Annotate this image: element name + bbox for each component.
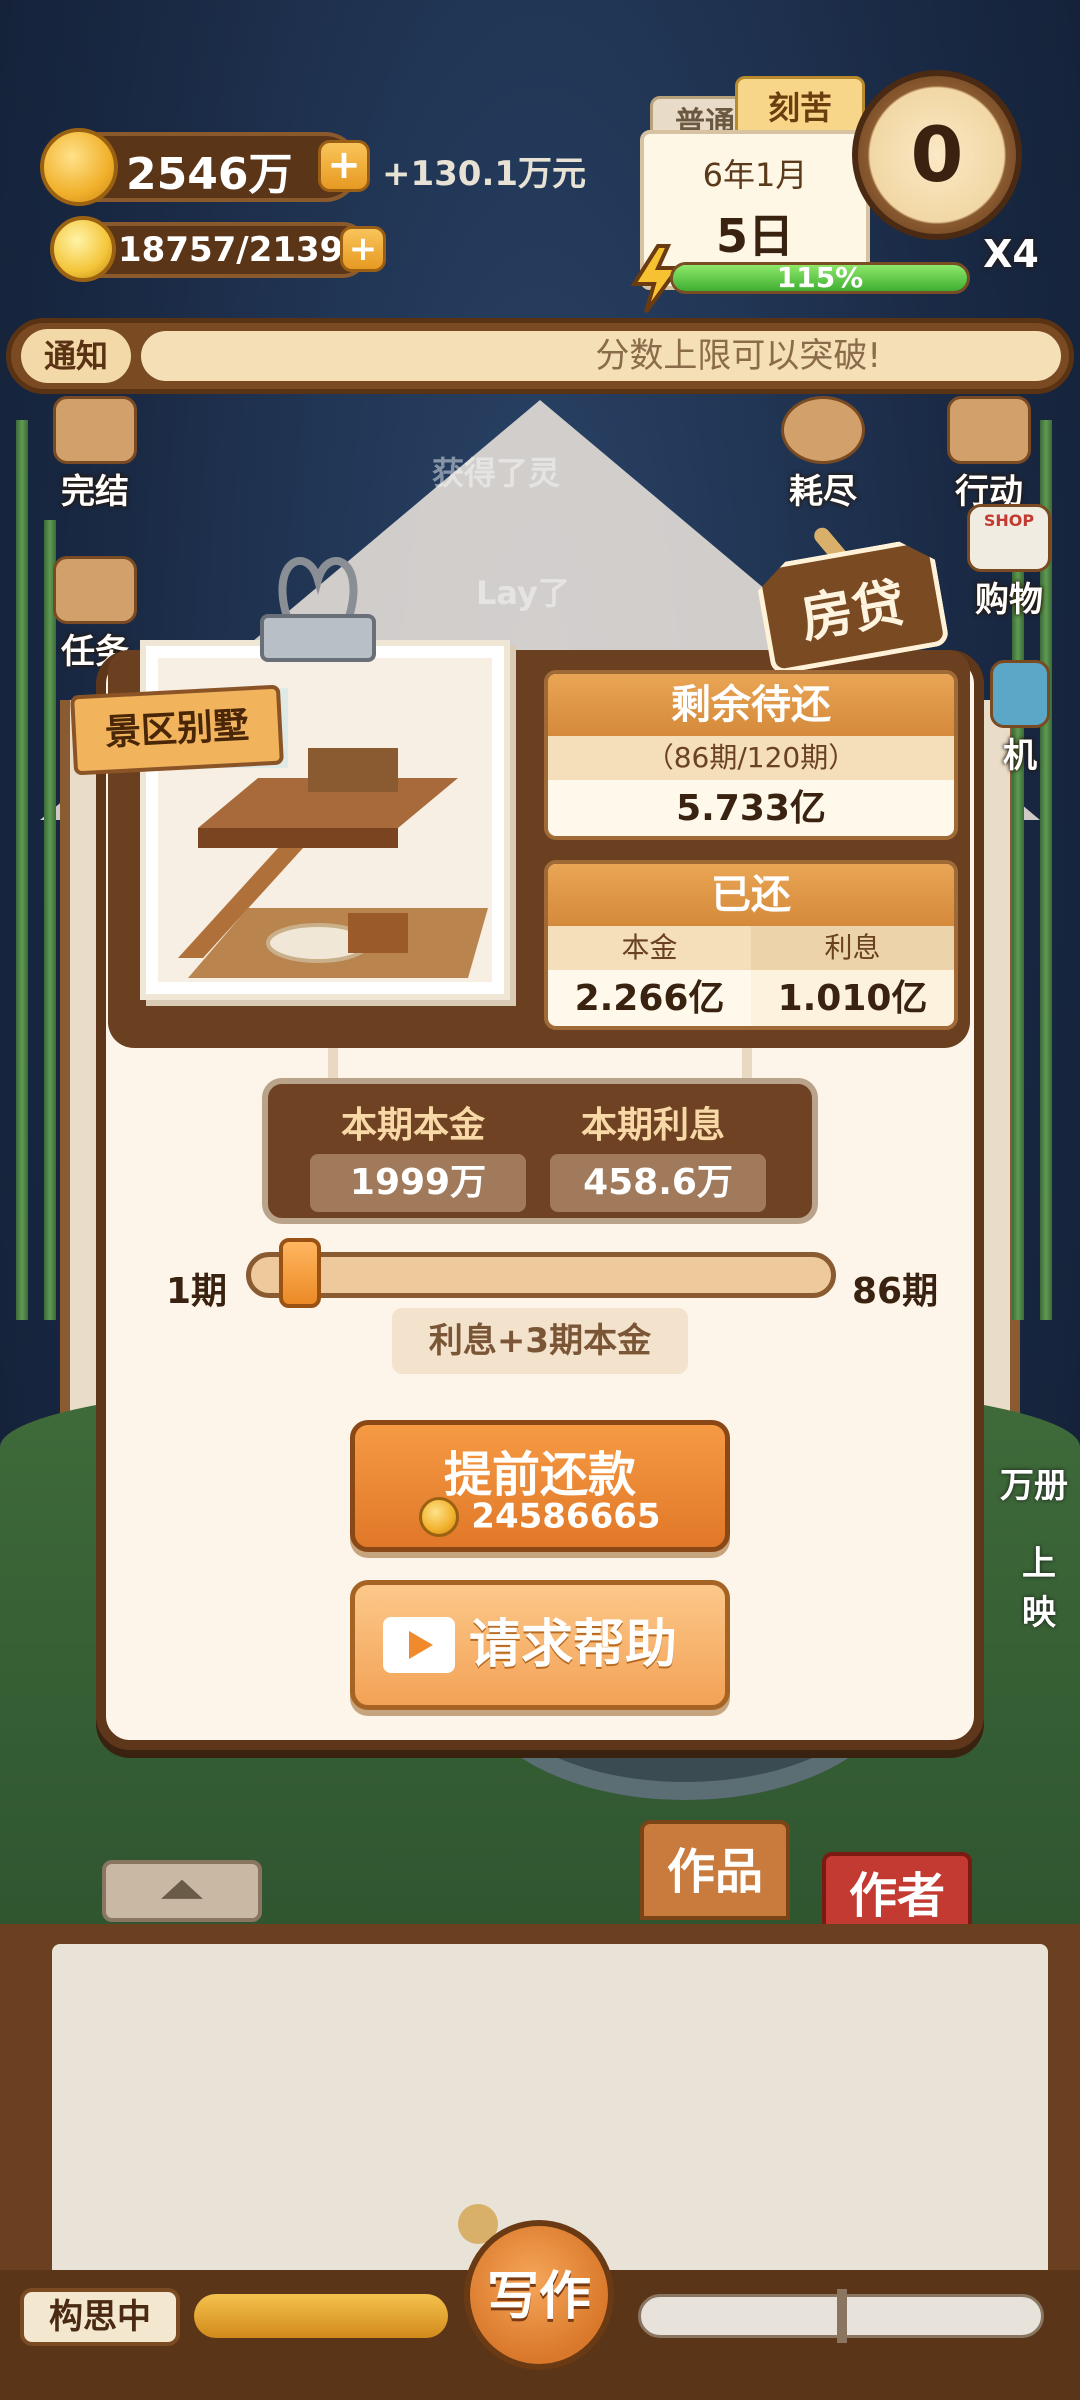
exhausted-button[interactable]: 耗尽 (764, 396, 882, 512)
prepay-button[interactable]: 提前还款 24586665 (350, 1420, 730, 1552)
writing-status: 构思中 (20, 2288, 180, 2346)
add-inspiration-button[interactable]: + (340, 226, 386, 272)
shop-sign: SHOP (983, 511, 1035, 530)
write-button[interactable]: 写作 (458, 2200, 614, 2380)
prepay-cost-row: 24586665 (355, 1495, 725, 1537)
slider-max-label: 86期 (852, 1271, 939, 1312)
ghost-message: 获得了灵 (432, 454, 561, 492)
notice-message-box: 分数上限可以突破! (141, 331, 1061, 381)
progress-marker (837, 2289, 847, 2343)
remaining-periods: （86期/120期） (548, 736, 954, 780)
paid-principal-label: 本金 (548, 926, 751, 970)
energy-percent: 115% (776, 262, 864, 294)
notice-tag: 通知 (21, 329, 131, 383)
ask-help-button[interactable]: 请求帮助 (350, 1580, 730, 1710)
door-icon (947, 396, 1031, 464)
prepay-cost: 24586665 (471, 1496, 661, 1537)
money-value: 2546万 (126, 149, 293, 200)
energy-bar: 115% (670, 262, 970, 294)
property-name-tag: 景区别墅 (70, 684, 284, 776)
date-month: 6年1月 (702, 156, 808, 194)
paid-interest-label: 利息 (751, 926, 954, 970)
clock-value: 0 (910, 110, 964, 199)
idea-progress-bar (194, 2294, 448, 2338)
remaining-amount: 5.733亿 (676, 788, 826, 829)
complete-label: 完结 (61, 472, 129, 512)
current-interest-label: 本期利息 (580, 1105, 725, 1146)
tab-works[interactable]: 作品 (640, 1820, 790, 1920)
coin-icon (419, 1496, 460, 1537)
notice-bar[interactable]: 通知 分数上限可以突破! (6, 318, 1074, 394)
idea-progress-fill (194, 2294, 448, 2338)
paid-principal-value: 2.266亿 (574, 978, 725, 1019)
slider-hint: 利息+3期本金 (392, 1308, 688, 1374)
shop-label: 购物 (975, 580, 1043, 620)
phone-icon (990, 660, 1050, 728)
paid-interest-value: 1.010亿 (751, 970, 954, 1026)
coin-icon (40, 128, 118, 206)
period-slider-handle[interactable] (278, 1238, 321, 1308)
ask-help-label: 请求帮助 (469, 1615, 678, 1675)
phone-label: 机 (1003, 736, 1037, 776)
paid-values-row: 2.266亿 1.010亿 (548, 970, 954, 1026)
ghost-message: Lay了 (476, 574, 570, 612)
current-interest-value: 458.6万 (550, 1154, 766, 1212)
complete-button[interactable]: 完结 (36, 396, 154, 512)
action-button[interactable]: 行动 (930, 396, 1048, 512)
shop-icon: SHOP (967, 504, 1051, 572)
write-label: 写作 (486, 2267, 591, 2327)
scroll-icon (53, 396, 137, 464)
current-principal-value: 1999万 (310, 1154, 526, 1212)
bamboo-decoration (16, 420, 28, 1320)
release-label: 上映 (1022, 1544, 1056, 1633)
shop-button[interactable]: SHOP 购物 (950, 504, 1068, 620)
inspiration-value: 18757/21399 (118, 230, 367, 270)
add-money-button[interactable]: + (318, 140, 370, 192)
period-slider-track[interactable] (246, 1252, 836, 1298)
lightbulb-icon (50, 216, 116, 282)
tab-author[interactable]: 作者 (822, 1852, 972, 1932)
video-play-icon (383, 1617, 455, 1673)
collapse-button[interactable] (102, 1860, 262, 1922)
remaining-box: 剩余待还 （86期/120期） 5.733亿 (544, 670, 958, 840)
current-principal-label: 本期本金 (340, 1105, 485, 1146)
notice-text: 分数上限可以突破! (595, 336, 881, 376)
paid-title: 已还 (548, 864, 954, 926)
checklist-icon (53, 556, 137, 624)
day-clock[interactable]: 0 (852, 70, 1022, 240)
gauge-icon (781, 396, 865, 464)
exhausted-label: 耗尽 (789, 472, 857, 512)
phone-button[interactable]: 机 (970, 660, 1070, 776)
sales-count-label: 万册 (1000, 1466, 1068, 1506)
remaining-title: 剩余待还 (548, 674, 954, 736)
writing-progress-bar (638, 2289, 1044, 2343)
speed-button[interactable]: X4 (970, 222, 1052, 286)
slider-min-label: 1期 (166, 1271, 228, 1312)
current-period-plaque: 本期本金 本期利息 1999万 458.6万 (262, 1078, 818, 1224)
binder-clip-icon (260, 557, 376, 662)
money-income: +130.1万元 (382, 154, 587, 194)
paid-box: 已还 本金 利息 2.266亿 1.010亿 (544, 860, 958, 1030)
paid-labels-row: 本金 利息 (548, 926, 954, 970)
